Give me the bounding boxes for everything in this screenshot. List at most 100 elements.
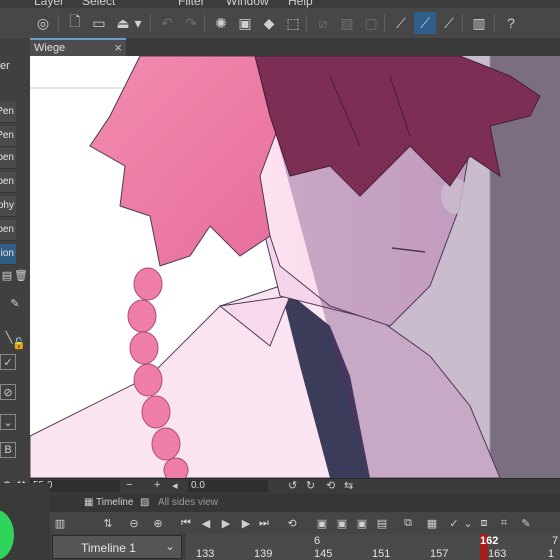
new-anim-cel-icon[interactable]: ▣ xyxy=(334,515,350,531)
save-icon[interactable]: ⏏ xyxy=(112,12,134,34)
tab-all-sides-view[interactable]: All sides view xyxy=(158,495,218,511)
menu-filter[interactable]: Filter xyxy=(178,0,205,8)
reset-rotation-icon[interactable]: ⟲ xyxy=(326,479,335,492)
prev-frame-icon[interactable]: ◀ xyxy=(198,515,214,531)
menu-select[interactable]: Select xyxy=(82,0,115,8)
bold-icon[interactable]: B xyxy=(0,442,16,458)
close-icon[interactable]: × xyxy=(114,40,122,55)
snap-ruler-icon[interactable]: ⟋ xyxy=(390,12,412,34)
pen-icon[interactable]: ✎ xyxy=(518,515,534,531)
ruler-frame-label: 139 xyxy=(254,548,273,560)
angle-field[interactable]: 0.0 xyxy=(188,480,268,492)
current-frame-label: 162 xyxy=(480,535,499,547)
timeline-menu-icon[interactable]: ▥ xyxy=(52,515,68,531)
layer-row[interactable]: pen xyxy=(0,220,16,241)
ruler-frame-label: 133 xyxy=(196,548,215,560)
layer-row[interactable]: Pen xyxy=(0,126,16,147)
document-tab[interactable]: Wiege × xyxy=(30,38,126,56)
zoom-in-icon[interactable]: ⊕ xyxy=(150,515,166,531)
onion-skin-icon[interactable]: ⧉ xyxy=(400,515,416,531)
zoom-out-icon[interactable]: ⊖ xyxy=(126,515,142,531)
check-icon[interactable]: ✓ xyxy=(0,354,16,370)
sort-icon[interactable]: ⇅ xyxy=(100,515,116,531)
command-bar: ◎ 🗋 ▭ ⏏ ▾ ↶ ↷ ✺ ▣ ◆ ⬚ ⧄ ▧ ▢ ⟋ ⟋ ⟋ ▥ ? xyxy=(0,8,560,39)
undo-icon[interactable]: ↶ xyxy=(156,12,178,34)
crop-icon[interactable]: ▧ xyxy=(336,12,358,34)
cel-list-icon[interactable]: ▤ xyxy=(374,515,390,531)
rotate-ccw-icon[interactable]: ↺ xyxy=(288,479,297,492)
snap-grid-icon[interactable]: ⟋ xyxy=(438,12,460,34)
ruler-frame-label: 157 xyxy=(430,548,449,560)
layer-panel-header: er xyxy=(0,60,10,72)
dropdown-icon[interactable]: ⌄ xyxy=(460,515,476,531)
snap-special-ruler-icon[interactable]: ⟋ xyxy=(414,12,436,34)
chevron-down-icon[interactable]: ⌄ xyxy=(0,414,16,430)
menu-help[interactable]: Help xyxy=(288,0,313,8)
timeline-select[interactable]: Timeline 1 ⌄ xyxy=(52,535,182,559)
help-icon[interactable]: ? xyxy=(500,12,522,34)
timeline-tab-strip: ▦ Timeline ▧ All sides view xyxy=(50,494,560,512)
new-file-icon[interactable]: 🗋 xyxy=(64,12,86,34)
ruler-frame-label: 1 xyxy=(548,548,555,560)
ruler-top-label: 6 xyxy=(314,535,321,547)
specify-cel-icon[interactable]: ▣ xyxy=(354,515,370,531)
all-sides-tab-icon[interactable]: ▧ xyxy=(140,495,149,511)
artwork-canvas[interactable] xyxy=(30,56,560,478)
timeline-name: Timeline 1 xyxy=(81,541,136,555)
transform-icon[interactable]: ⬚ xyxy=(282,12,304,34)
chevron-down-icon: ⌄ xyxy=(164,539,175,553)
disabled-icon[interactable]: ⊘ xyxy=(0,384,16,400)
new-cel-icon[interactable]: ▣ xyxy=(314,515,330,531)
ruler-frame-label: 145 xyxy=(314,548,333,560)
layer-row[interactable]: pen xyxy=(0,172,16,193)
layer-row[interactable]: phy xyxy=(0,196,16,217)
copy-layer-icon[interactable]: ▤ xyxy=(0,268,14,282)
separator xyxy=(58,14,59,32)
first-frame-icon[interactable]: ⏮ xyxy=(178,515,194,531)
layer-name: Pen xyxy=(0,130,14,141)
layer-panel: er Pen Pen pen pen phy pen ion ▤ 🗑 ✎ ╲ 🔓… xyxy=(0,38,30,512)
save-dropdown-icon[interactable]: ▾ xyxy=(132,12,144,34)
pen-icon[interactable]: ✎ xyxy=(8,296,22,310)
document-title: Wiege xyxy=(34,42,66,54)
play-icon[interactable]: ▶ xyxy=(218,515,234,531)
canvas-area[interactable] xyxy=(30,56,560,478)
loading-icon[interactable]: ✺ xyxy=(210,12,232,34)
open-folder-icon[interactable]: ▭ xyxy=(88,12,110,34)
light-table-icon[interactable]: ▦ xyxy=(424,515,440,531)
clear-icon[interactable]: ▣ xyxy=(234,12,256,34)
timeline-tab-icon[interactable]: ▦ xyxy=(84,495,93,511)
menu-window[interactable]: Window xyxy=(226,0,269,8)
lock-icon[interactable]: 🔓 xyxy=(12,336,26,350)
ruler-top-label: 7 xyxy=(552,535,559,547)
tab-timeline[interactable]: Timeline xyxy=(96,495,133,511)
zoom-out-button[interactable]: − xyxy=(126,479,132,491)
delete-layer-icon[interactable]: 🗑 xyxy=(14,268,28,282)
frame-ruler[interactable]: 6 162 7 133 139 145 151 157 163 1 xyxy=(186,534,560,560)
menu-layer[interactable]: Layer xyxy=(34,0,64,8)
layer-name: phy xyxy=(0,200,14,211)
separator xyxy=(150,14,151,32)
status-bar: 55.0 − + ◂ 0.0 ↺ ↻ ⟲ ⇆ xyxy=(30,478,560,493)
flip-icon[interactable]: ⇆ xyxy=(344,479,353,492)
layer-row[interactable]: Pen xyxy=(0,102,16,123)
grid-icon[interactable]: ▢ xyxy=(360,12,382,34)
layer-name: Pen xyxy=(0,106,14,117)
layer-icon[interactable]: ⧈ xyxy=(476,515,492,531)
app-icon[interactable]: ◎ xyxy=(32,12,54,34)
layer-name: ion xyxy=(0,248,14,259)
rotate-cw-icon[interactable]: ↻ xyxy=(306,479,315,492)
fill-icon[interactable]: ◆ xyxy=(258,12,280,34)
loop-icon[interactable]: ⟲ xyxy=(284,515,300,531)
redo-icon[interactable]: ↷ xyxy=(180,12,202,34)
layer-row-selected[interactable]: ion xyxy=(0,244,16,265)
rotate-left-icon[interactable]: ◂ xyxy=(172,479,178,492)
next-frame-icon[interactable]: ▶ xyxy=(238,515,254,531)
hide-selection-icon[interactable]: ⧄ xyxy=(312,12,334,34)
zoom-in-button[interactable]: + xyxy=(154,479,160,491)
link-icon[interactable]: ⌗ xyxy=(496,515,512,531)
last-frame-icon[interactable]: ⏭ xyxy=(256,515,272,531)
layer-row[interactable]: pen xyxy=(0,148,16,169)
layer-name: pen xyxy=(0,224,14,235)
companion-icon[interactable]: ▥ xyxy=(468,12,490,34)
